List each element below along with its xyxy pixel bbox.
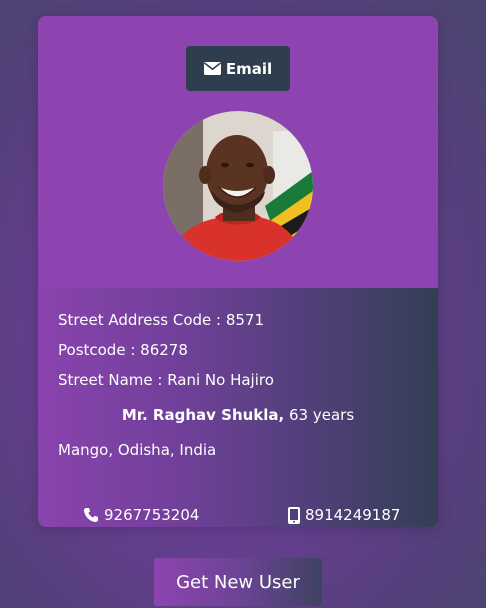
email-button-label: Email	[225, 59, 273, 78]
get-new-user-button[interactable]: Get New User	[154, 558, 322, 606]
phone-number[interactable]: 9267753204	[83, 506, 199, 524]
phone-icon	[84, 508, 98, 522]
mobile-icon	[288, 506, 300, 524]
street-address-code: Street Address Code : 8571	[58, 311, 265, 329]
postcode: Postcode : 86278	[58, 341, 188, 359]
envelope-icon	[203, 62, 221, 75]
card-header: Email	[38, 16, 438, 288]
avatar	[163, 111, 313, 261]
phone-value: 9267753204	[104, 506, 200, 524]
location: Mango, Odisha, India	[58, 441, 217, 459]
user-age: 63 years	[284, 406, 355, 424]
user-card: Email Street Address Code: 8571 Postcod…	[38, 16, 438, 527]
user-name-age: Mr. Raghav Shukla, 63 years	[38, 406, 438, 424]
street-name: Street Name : Rani No Hajiro	[58, 371, 274, 389]
cell-value: 8914249187	[305, 506, 401, 524]
email-button[interactable]: Email	[186, 46, 290, 91]
cell-number[interactable]: 8914249187	[288, 506, 400, 524]
user-name: Mr. Raghav Shukla,	[121, 406, 285, 424]
